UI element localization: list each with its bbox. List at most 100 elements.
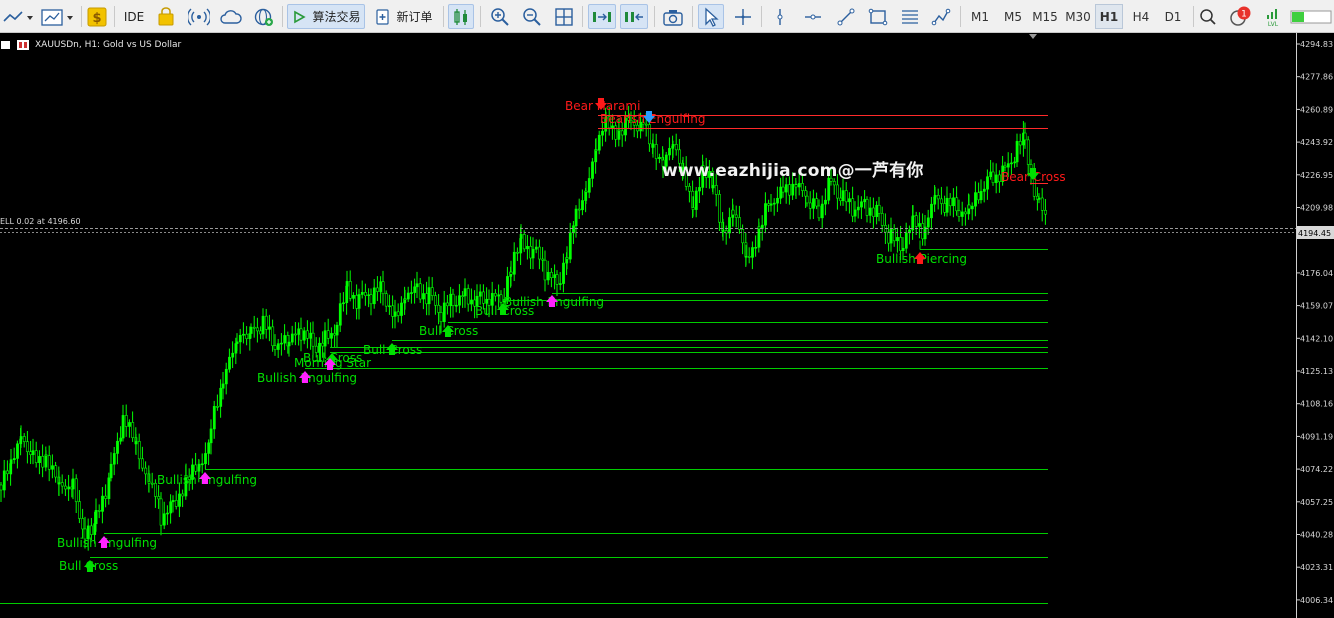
depth-of-market-button[interactable]: $ [86, 4, 108, 29]
candle-body [529, 246, 533, 259]
shapes-tool-button[interactable] [866, 4, 890, 29]
candle-body [131, 422, 135, 438]
tile-windows-button[interactable] [552, 4, 576, 29]
zoom-in-button[interactable] [488, 4, 512, 29]
candle-body [90, 525, 93, 535]
candle-body [470, 299, 473, 305]
vertical-line-tool-button[interactable] [768, 4, 792, 29]
timeframe-h1[interactable]: H1 [1095, 4, 1123, 29]
price-axis-label: 4006.34 [1300, 596, 1333, 605]
candle-body [134, 441, 138, 445]
fibonacci-tool-button[interactable] [898, 4, 922, 29]
candle-body [273, 345, 277, 350]
candle-body [268, 326, 271, 330]
timeframe-m15[interactable]: M15 [1030, 4, 1060, 29]
chart-canvas[interactable]: 4294.83 4277.86 4260.89 4243.92 4226.95 4209.… [0, 33, 1334, 618]
cursor-tool-button[interactable] [698, 4, 724, 29]
candle-body [466, 288, 470, 305]
connection-status[interactable] [1290, 4, 1332, 29]
candle-body [674, 144, 678, 151]
algo-trading-button[interactable]: 算法交易 [287, 4, 365, 29]
price-axis-label: 4243.92 [1300, 138, 1333, 147]
timeframe-h4[interactable]: H4 [1127, 4, 1155, 29]
auto-scroll-button[interactable] [588, 4, 616, 29]
candle-body [369, 294, 373, 305]
timeframe-m30[interactable]: M30 [1062, 4, 1094, 29]
chart-symbol-label: XAUUSDn, H1: Gold vs US Dollar [0, 38, 181, 52]
candle-body [512, 251, 516, 275]
candle-body [581, 200, 584, 211]
candle-body [594, 149, 598, 151]
candle-body [338, 303, 342, 326]
candle-body [112, 453, 116, 465]
candle-body [294, 333, 297, 336]
zoom-out-button[interactable] [520, 4, 544, 29]
candle-body [658, 157, 661, 159]
candle-body [519, 234, 523, 239]
grid-icon [555, 7, 573, 26]
svg-text:LVL: LVL [1268, 21, 1279, 28]
candle-body [51, 465, 54, 470]
candle-body [376, 287, 379, 292]
candle-body [804, 190, 808, 197]
candle-body [388, 305, 391, 308]
candle-body [516, 251, 519, 254]
candle-body [209, 428, 213, 444]
price-axis-label: 4091.19 [1300, 432, 1333, 441]
signal-level-button[interactable]: LVL [1262, 4, 1284, 29]
search-button[interactable] [1197, 4, 1219, 29]
price-chart[interactable]: 4294.83 4277.86 4260.89 4243.92 4226.95 4209.… [0, 33, 1334, 618]
candle-body [960, 211, 964, 217]
vps-button[interactable] [218, 4, 244, 29]
candle-body [458, 295, 461, 306]
candle-body [64, 485, 67, 490]
candle-body [367, 294, 371, 297]
timeframe-m5[interactable]: M5 [999, 4, 1027, 29]
candle-body [379, 281, 383, 292]
candle-body [78, 501, 81, 519]
candle-body [216, 406, 219, 408]
candle-body [654, 144, 658, 159]
candle-body [967, 204, 971, 210]
chart-shift-button[interactable] [620, 4, 648, 29]
templates-dropdown[interactable] [40, 4, 78, 29]
camera-icon [663, 9, 683, 26]
timeframe-m1[interactable]: M1 [966, 4, 994, 29]
new-order-button[interactable]: 新订单 [371, 4, 437, 29]
notifications-button[interactable]: 1 [1226, 4, 1254, 29]
chart-type-dropdown[interactable] [2, 4, 36, 29]
crosshair-tool-button[interactable] [731, 4, 755, 29]
candle-body [863, 199, 867, 203]
candle-body [841, 190, 845, 202]
lock-button[interactable] [155, 4, 177, 29]
candle-body [957, 210, 961, 217]
candle-body [364, 292, 367, 296]
candle-body [74, 478, 78, 502]
candle-body [345, 281, 349, 287]
candle-body [817, 205, 821, 219]
signals-button[interactable] [187, 4, 211, 29]
candle-body [728, 217, 731, 234]
market-button[interactable] [251, 4, 277, 29]
trendline-tool-button[interactable] [834, 4, 858, 29]
candle-body [242, 333, 245, 336]
ide-button[interactable]: IDE [120, 4, 148, 29]
bar-chart-button[interactable] [448, 4, 474, 29]
screenshot-button[interactable] [660, 4, 686, 29]
candle-body [572, 225, 575, 234]
auto-scroll-icon [593, 11, 611, 22]
sell-order-label[interactable]: ELL 0.02 at 4196.60 [0, 217, 81, 226]
timeframe-d1[interactable]: D1 [1159, 4, 1187, 29]
candle-body [832, 181, 836, 186]
candle-body [335, 324, 339, 336]
candle-body [844, 190, 848, 203]
more-tools-button[interactable] [929, 4, 953, 29]
candle-body [856, 206, 860, 211]
candle-body [744, 256, 748, 258]
candle-body [47, 455, 51, 470]
fibonacci-icon [902, 9, 918, 24]
horizontal-line-tool-button[interactable] [801, 4, 825, 29]
candle-body [166, 512, 169, 515]
candle-body [1013, 161, 1017, 164]
candle-body [391, 305, 395, 317]
